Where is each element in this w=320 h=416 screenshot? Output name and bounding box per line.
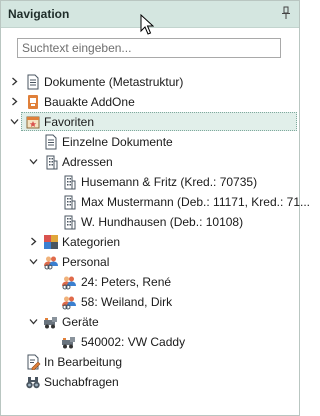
equipment-icon	[43, 314, 59, 330]
search-input[interactable]	[18, 39, 280, 57]
binoculars-icon	[25, 374, 41, 390]
tree-item-address-3[interactable]: W. Hundhausen (Deb.: 10108)	[1, 212, 299, 232]
navigation-tree: Dokumente (Metastruktur) Bauakte AddOne …	[1, 72, 310, 392]
tree-item-label: Einzelne Dokumente	[62, 135, 173, 149]
tree-item-label: Max Mustermann (Deb.: 11171, Kred.: 71..…	[81, 195, 310, 209]
chevron-right-icon[interactable]	[10, 97, 19, 106]
tree-item-adressen[interactable]: Adressen	[1, 152, 299, 172]
tree-item-personal[interactable]: Personal	[1, 252, 299, 272]
tree-item-label: Adressen	[62, 155, 113, 169]
tree-item-address-2[interactable]: Max Mustermann (Deb.: 11171, Kred.: 71..…	[1, 192, 310, 212]
person-icon	[61, 294, 77, 310]
tree-item-label: 24: Peters, René	[81, 275, 172, 289]
panel-title: Navigation	[8, 7, 70, 21]
person-icon	[61, 274, 77, 290]
tree-item-person-2[interactable]: 58: Weiland, Dirk	[1, 292, 299, 312]
tree-item-address-1[interactable]: Husemann & Fritz (Kred.: 70735)	[1, 172, 299, 192]
tree-item-favoriten[interactable]: Favoriten	[1, 112, 299, 132]
tree-item-label: Kategorien	[62, 235, 121, 249]
tree-item-label: Husemann & Fritz (Kred.: 70735)	[81, 175, 258, 189]
tree-item-person-1[interactable]: 24: Peters, René	[1, 272, 299, 292]
tree-item-in-bearbeitung[interactable]: In Bearbeitung	[1, 352, 299, 372]
chevron-down-icon[interactable]	[29, 157, 38, 166]
tree-item-label: In Bearbeitung	[44, 355, 123, 369]
building-icon	[61, 194, 77, 210]
tree-item-label: 58: Weiland, Dirk	[81, 295, 173, 309]
building-icon	[61, 214, 77, 230]
chevron-down-icon[interactable]	[29, 257, 38, 266]
chevron-right-icon[interactable]	[10, 77, 19, 86]
favorites-folder-icon	[25, 114, 41, 130]
mouse-cursor-icon	[140, 14, 154, 36]
tree-item-kategorien[interactable]: Kategorien	[1, 232, 299, 252]
building-icon	[43, 154, 59, 170]
tree-item-label: Favoriten	[44, 115, 95, 129]
tree-item-geraet-1[interactable]: 540002: VW Caddy	[1, 332, 299, 352]
navigation-panel: Navigation Dokumente (Metastruktur)	[0, 0, 310, 416]
tree-item-label: Personal	[62, 255, 110, 269]
tree-item-label: Dokumente (Metastruktur)	[44, 75, 184, 89]
bauakte-icon	[25, 94, 41, 110]
chevron-down-icon[interactable]	[10, 117, 19, 126]
tree-item-label: Suchabfragen	[44, 375, 119, 389]
tree-item-einzelne-dokumente[interactable]: Einzelne Dokumente	[1, 132, 299, 152]
tree-item-label: Geräte	[62, 315, 99, 329]
building-icon	[61, 174, 77, 190]
tree-item-suchabfragen[interactable]: Suchabfragen	[1, 372, 299, 392]
search-field[interactable]	[17, 38, 281, 58]
pin-icon[interactable]	[281, 6, 291, 20]
tree-item-label: 540002: VW Caddy	[81, 335, 186, 349]
categories-icon	[43, 234, 59, 250]
chevron-down-icon[interactable]	[29, 317, 38, 326]
tree-item-dokumente[interactable]: Dokumente (Metastruktur)	[1, 72, 299, 92]
personnel-group-icon	[43, 254, 59, 270]
tree-item-label: Bauakte AddOne	[44, 95, 135, 109]
chevron-right-icon[interactable]	[29, 237, 38, 246]
vehicle-icon	[61, 334, 77, 350]
tree-item-bauakte[interactable]: Bauakte AddOne	[1, 92, 299, 112]
tree-item-geraete[interactable]: Geräte	[1, 312, 299, 332]
document-icon	[43, 134, 59, 150]
edit-document-icon	[25, 354, 41, 370]
tree-item-label: W. Hundhausen (Deb.: 10108)	[81, 215, 244, 229]
document-structure-icon	[25, 74, 41, 90]
